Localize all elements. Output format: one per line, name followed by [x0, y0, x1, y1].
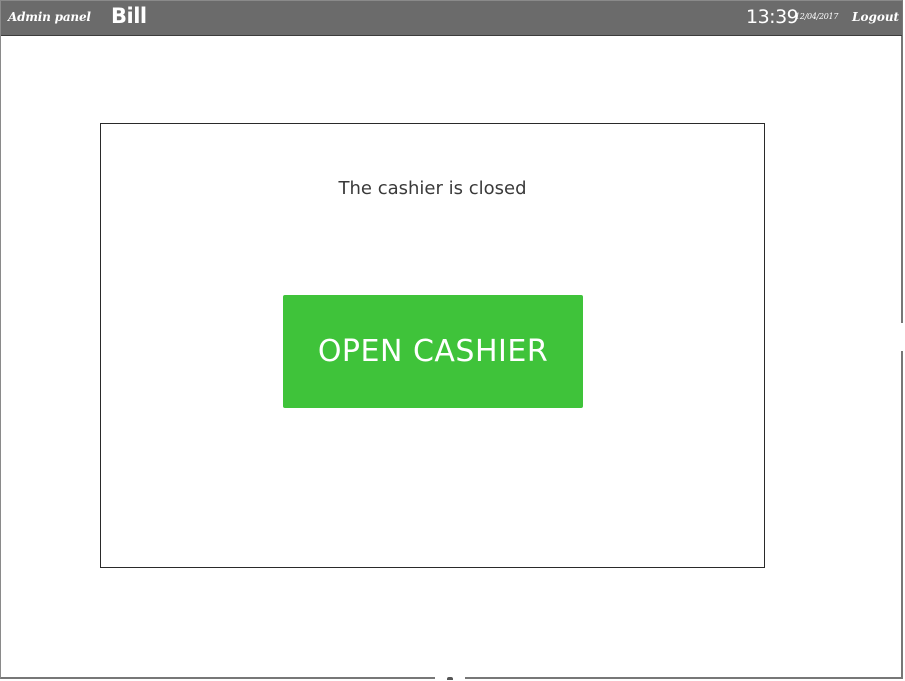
right-resize-handle[interactable] [899, 323, 905, 351]
logout-link[interactable]: Logout [852, 10, 899, 24]
clock-date: 12/04/2017 [795, 12, 839, 21]
cashier-panel: The cashier is closed OPEN CASHIER [100, 123, 765, 568]
clock-time: 13:39 [746, 6, 799, 28]
top-bar: Admin panel Bill 13:39 12/04/2017 Logout [1, 1, 902, 36]
cashier-status-text: The cashier is closed [338, 178, 527, 199]
bottom-handle-grip-icon [447, 677, 453, 680]
admin-panel-link[interactable]: Admin panel [8, 10, 91, 24]
open-cashier-button[interactable]: OPEN CASHIER [283, 295, 583, 408]
app-title: Bill [111, 4, 147, 28]
